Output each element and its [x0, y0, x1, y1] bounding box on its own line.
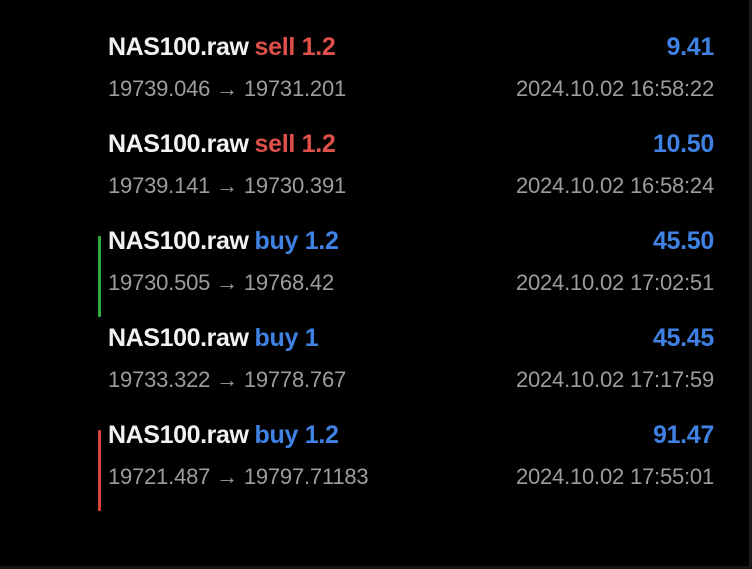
deal-prices: 19733.322 → 19778.767	[108, 367, 347, 392]
deal-bottom-row: 19721.487 → 19797.71183 2024.10.02 17:55…	[108, 464, 714, 492]
deal-top-row: NAS100.raw buy 1 45.45	[108, 324, 714, 356]
deal-time: 2024.10.02 16:58:22	[515, 76, 714, 101]
deal-side: sell 1.2	[254, 33, 336, 61]
deal-top-row: NAS100.raw sell 1.2 9.41	[108, 33, 714, 65]
deal-symbol: NAS100.raw	[108, 421, 249, 449]
deal-symbol: NAS100.raw	[108, 130, 249, 158]
deal-list: NAS100.raw sell 1.2 9.41 19739.046 → 1973…	[0, 24, 752, 511]
deal-side: buy 1.2	[254, 227, 339, 255]
deal-profit: 10.50	[652, 130, 714, 158]
deal-prices: 19730.505 → 19768.42	[108, 270, 334, 295]
deal-profit: 45.50	[652, 227, 714, 255]
deal-bottom-row: 19739.141 → 19730.391 2024.10.02 16:58:2…	[108, 173, 714, 201]
deal-symbol: NAS100.raw	[108, 227, 249, 255]
deal-bottom-row: 19730.505 → 19768.42 2024.10.02 17:02:51	[108, 270, 714, 298]
deal-profit: 91.47	[652, 421, 714, 449]
deal-bottom-row: 19739.046 → 19731.201 2024.10.02 16:58:2…	[108, 76, 714, 104]
deal-prices: 19721.487 → 19797.71183	[108, 464, 369, 489]
deal-top-row: NAS100.raw buy 1.2 91.47	[108, 421, 714, 453]
history-screen: NAS100.raw sell 1.2 9.41 19739.046 → 1973…	[0, 0, 752, 569]
deal-profit: 45.45	[652, 324, 714, 352]
deal-top-row: NAS100.raw buy 1.2 45.50	[108, 227, 714, 259]
deal-row[interactable]: NAS100.raw sell 1.2 10.50 19739.141 → 197…	[0, 121, 752, 218]
deal-side: buy 1	[254, 324, 319, 352]
deal-symbol: NAS100.raw	[108, 33, 249, 61]
deal-time: 2024.10.02 17:02:51	[515, 270, 714, 295]
deal-time: 2024.10.02 17:55:01	[515, 464, 714, 489]
deal-symbol: NAS100.raw	[108, 324, 249, 352]
deal-side: sell 1.2	[254, 130, 336, 158]
deal-prices: 19739.141 → 19730.391	[108, 173, 347, 198]
deal-profit: 9.41	[666, 33, 715, 61]
deal-row[interactable]: NAS100.raw buy 1.2 45.50 19730.505 → 1976…	[0, 218, 752, 317]
deal-row[interactable]: NAS100.raw buy 1.2 91.47 19721.487 → 1979…	[0, 412, 752, 511]
deal-prices: 19739.046 → 19731.201	[108, 76, 347, 101]
deal-time: 2024.10.02 17:17:59	[515, 367, 714, 392]
deal-row[interactable]: NAS100.raw sell 1.2 9.41 19739.046 → 1973…	[0, 24, 752, 121]
deal-marker-red	[98, 430, 101, 511]
deal-row[interactable]: NAS100.raw buy 1 45.45 19733.322 → 19778.…	[0, 315, 752, 412]
deal-marker-green	[98, 236, 101, 317]
deal-time: 2024.10.02 16:58:24	[515, 173, 714, 198]
deal-side: buy 1.2	[254, 421, 339, 449]
deal-top-row: NAS100.raw sell 1.2 10.50	[108, 130, 714, 162]
deal-bottom-row: 19733.322 → 19778.767 2024.10.02 17:17:5…	[108, 367, 714, 395]
